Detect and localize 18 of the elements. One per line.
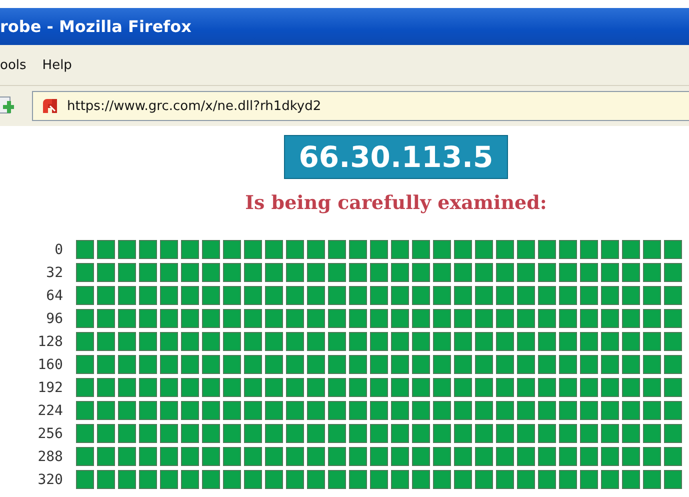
address-field[interactable]: https://www.grc.com/x/ne.dll?rh1dkyd2 [32,91,689,121]
port-number: 288 [36,448,63,464]
port-number: 192 [36,380,63,396]
port-number: 320 [36,472,63,488]
port-number: 160 [36,356,63,372]
port-number: 256 [36,426,63,442]
port-number: 96 [45,310,63,326]
menu-item[interactable]: ools [0,58,26,72]
port-number: 0 [54,242,63,258]
port-number: 224 [36,402,63,418]
port-number: 32 [45,264,63,280]
ip-address-banner: 66.30.113.5 [284,135,508,179]
subtitle: Is being carefully examined: [244,192,548,214]
window-title: robe - Mozilla Firefox [0,17,192,36]
port-number: 128 [36,334,63,350]
port-number: 64 [45,288,63,304]
menu-item[interactable]: Help [42,58,72,72]
site-icon [41,97,59,115]
